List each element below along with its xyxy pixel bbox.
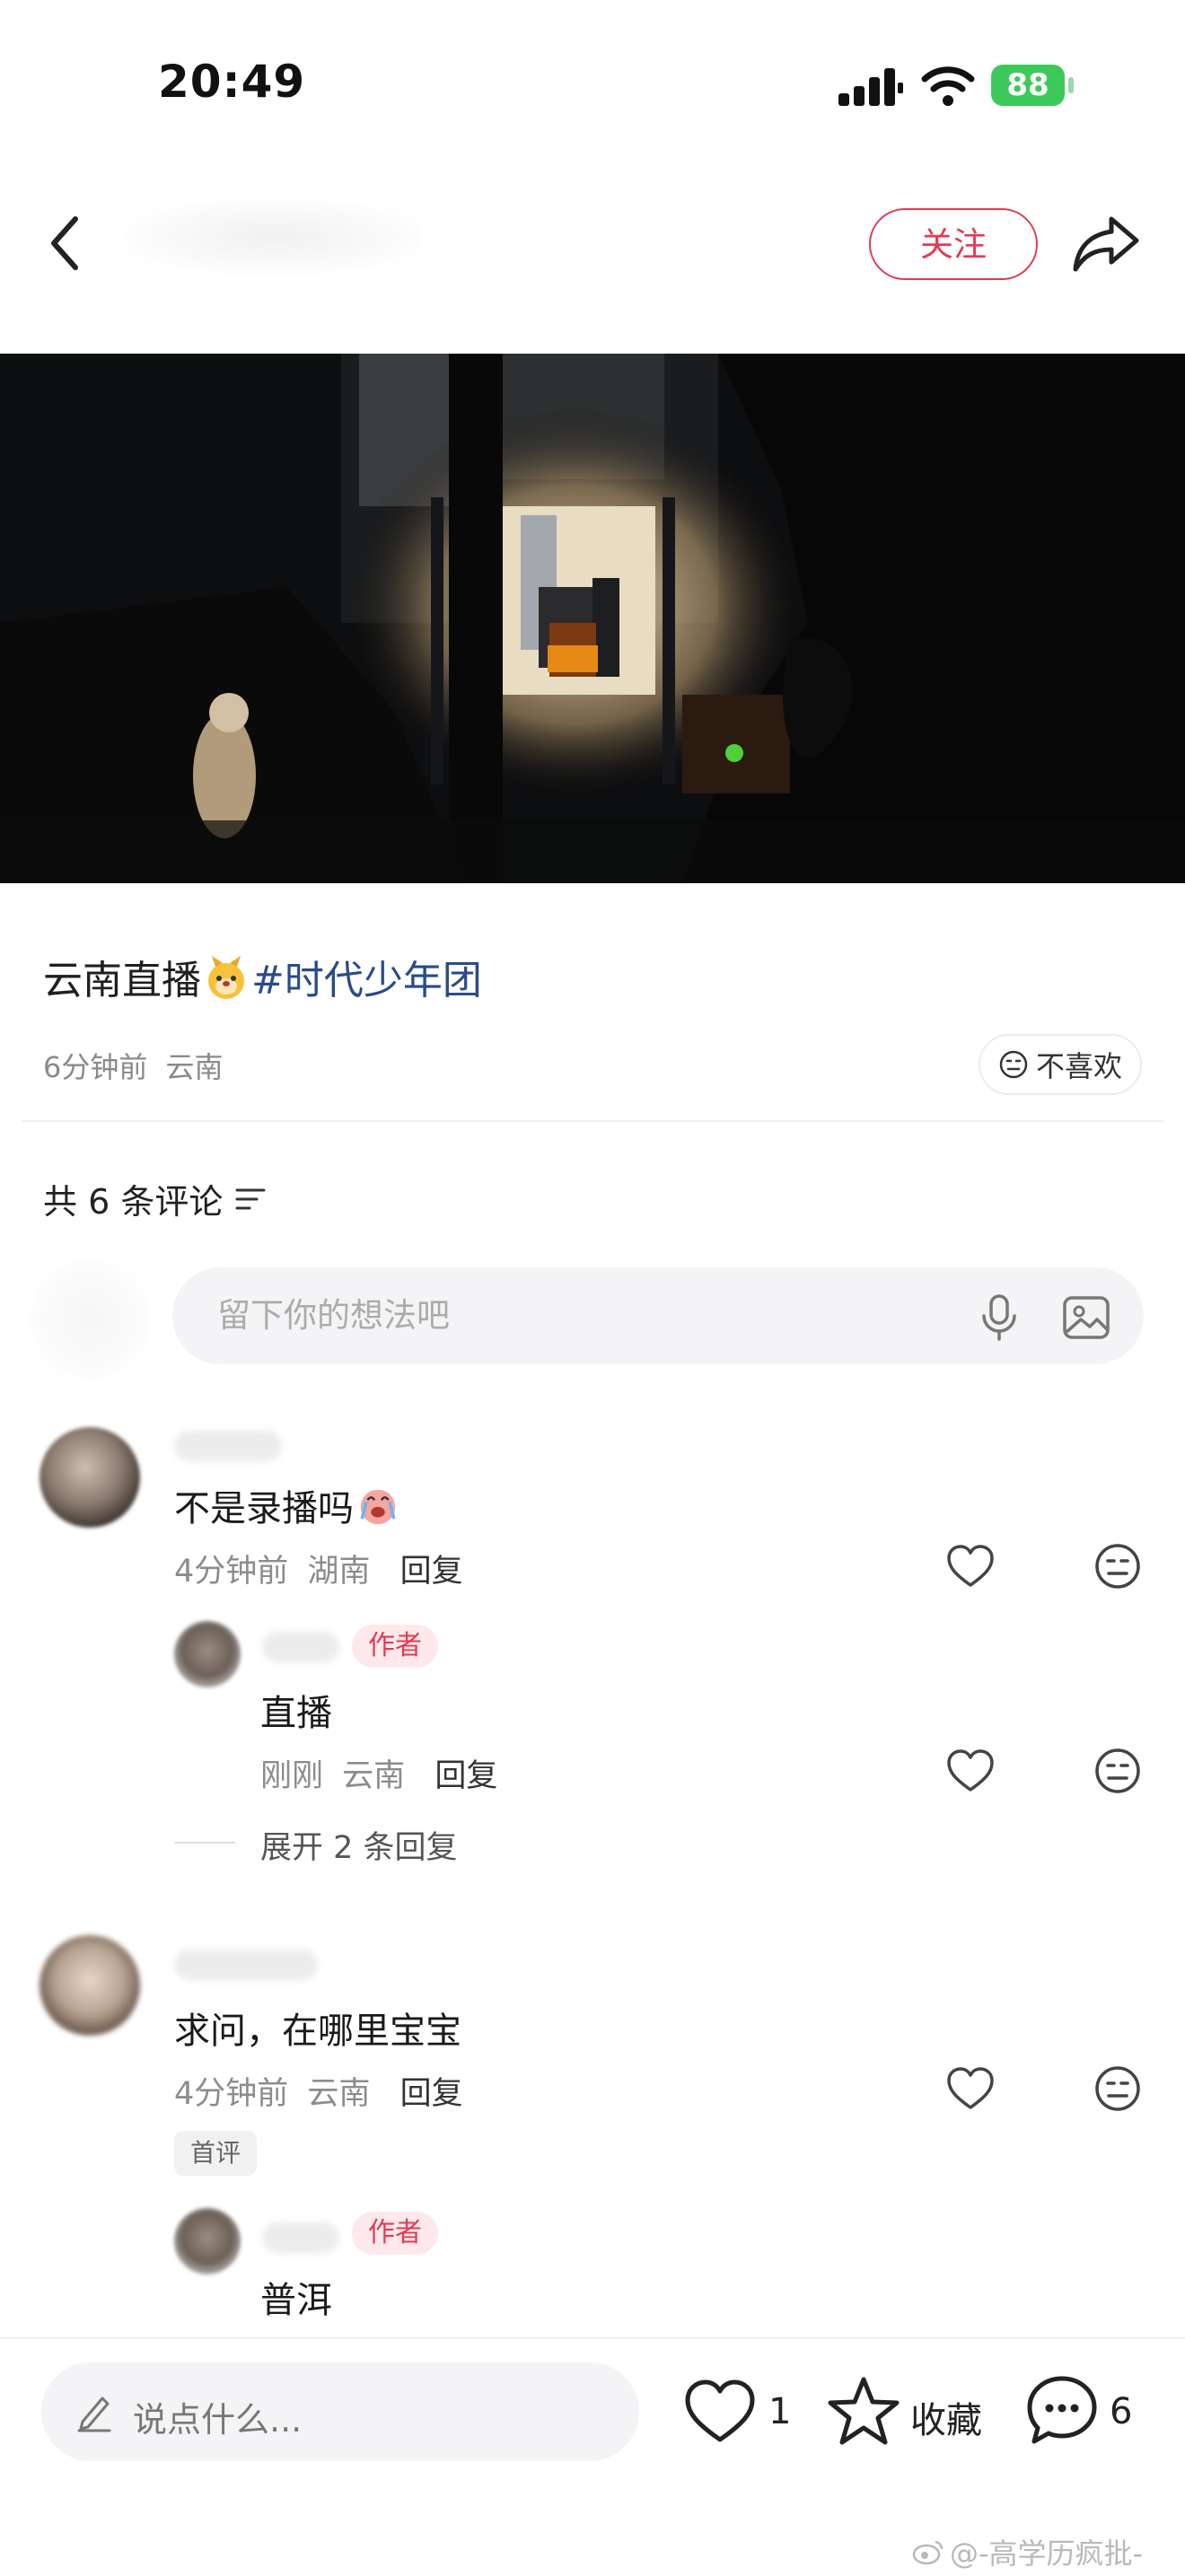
comment-time: 4分钟前: [174, 2076, 289, 2112]
pencil-icon: [77, 2396, 111, 2432]
meh-face-icon: [999, 1050, 1028, 1079]
post-meta: 6分钟前 云南: [43, 1045, 224, 1086]
comment-count: 6: [1110, 2391, 1133, 2432]
comment-time: 4分钟前: [174, 1554, 289, 1590]
status-time: 20:49: [158, 56, 306, 108]
reply-time: 刚刚: [260, 1758, 324, 1794]
heart-icon[interactable]: [946, 1748, 995, 1793]
dislike-button[interactable]: 不喜欢: [979, 1034, 1142, 1095]
comment-location: 湖南: [307, 1554, 371, 1590]
post-title-text: 云南直播: [43, 958, 201, 1003]
author-badge: 作者: [352, 2212, 438, 2255]
comment-meta: 4分钟前 云南 回复: [174, 2068, 463, 2114]
author-name-blurred[interactable]: [126, 199, 422, 275]
post-location: 云南: [165, 1050, 224, 1084]
comment-text: 求问，在哪里宝宝: [174, 2011, 461, 2052]
back-icon[interactable]: [43, 212, 88, 275]
heart-icon[interactable]: [946, 2066, 995, 2111]
divider: [22, 1120, 1163, 1122]
like-heart-icon[interactable]: [684, 2379, 756, 2445]
battery-indicator: 88: [991, 65, 1065, 106]
commenter-name-blurred[interactable]: [174, 1950, 318, 1980]
commenter-name-blurred[interactable]: [174, 1431, 282, 1461]
expand-replies-line: [174, 1842, 235, 1844]
bottom-input-placeholder: 说点什么...: [133, 2400, 303, 2440]
reply-button[interactable]: 回复: [400, 2076, 463, 2112]
image-upload-icon[interactable]: [1061, 1292, 1111, 1343]
my-avatar-blurred: [27, 1257, 153, 1382]
meh-face-icon[interactable]: [1093, 1747, 1142, 1795]
commenter-avatar[interactable]: [40, 1427, 140, 1528]
microphone-icon[interactable]: [975, 1292, 1023, 1343]
reply-location: 云南: [342, 1758, 406, 1794]
comment-meta: 4分钟前 湖南 回复: [174, 1546, 463, 1591]
post-photo[interactable]: [0, 354, 1185, 883]
first-comment-badge: 首评: [174, 2131, 257, 2176]
reply-meta: 刚刚 云南 回复: [260, 1750, 497, 1796]
reply-button[interactable]: 回复: [400, 1554, 463, 1590]
crying-face-emoji-icon: [360, 1489, 396, 1525]
reply-text: 直播: [260, 1693, 332, 1734]
bottom-comment-input[interactable]: [41, 2362, 639, 2461]
dislike-label: 不喜欢: [1035, 1049, 1122, 1083]
like-count: 1: [768, 2391, 792, 2432]
watermark-text: @-高学历疯批-: [950, 2537, 1144, 2571]
expand-replies-button[interactable]: 展开 2 条回复: [260, 1822, 458, 1868]
comment-count-header: 共 6 条评论: [43, 1174, 266, 1223]
battery-nub: [1068, 77, 1074, 93]
post-title: 云南直播 #时代少年团: [43, 948, 482, 1005]
weibo-logo-icon: [912, 2540, 944, 2565]
cellular-signal-icon: [838, 68, 903, 106]
author-name-blurred[interactable]: [262, 1632, 339, 1662]
follow-button[interactable]: 关注: [869, 208, 1038, 280]
post-hashtag[interactable]: #时代少年团: [251, 958, 482, 1003]
comment-text-content: 不是录播吗: [174, 1488, 354, 1529]
comment-count-label: 共 6 条评论: [43, 1182, 224, 1222]
meh-face-icon[interactable]: [1093, 2064, 1142, 2113]
commenter-avatar[interactable]: [40, 1935, 140, 2036]
reply-button[interactable]: 回复: [434, 1758, 497, 1794]
reply-text: 普洱: [260, 2280, 332, 2321]
author-avatar[interactable]: [174, 1621, 241, 1687]
favorite-star-icon[interactable]: [826, 2375, 901, 2447]
meh-face-icon[interactable]: [1093, 1542, 1142, 1590]
comment-location: 云南: [307, 2076, 371, 2112]
night-scene-image: [0, 354, 1185, 883]
comment-bubble-icon[interactable]: [1025, 2375, 1099, 2447]
comment-text: 不是录播吗: [174, 1479, 402, 1531]
post-time: 6分钟前: [43, 1050, 148, 1084]
sort-icon[interactable]: [235, 1186, 266, 1213]
watermark: @-高学历疯批-: [912, 2531, 1143, 2572]
author-badge: 作者: [352, 1625, 438, 1668]
author-avatar[interactable]: [174, 2208, 241, 2274]
dog-face-emoji-icon: [208, 956, 244, 999]
favorite-label: 收藏: [910, 2400, 982, 2441]
share-icon[interactable]: [1072, 214, 1140, 273]
heart-icon[interactable]: [946, 1544, 995, 1589]
author-name-blurred[interactable]: [262, 2222, 339, 2253]
wifi-icon: [921, 66, 975, 106]
